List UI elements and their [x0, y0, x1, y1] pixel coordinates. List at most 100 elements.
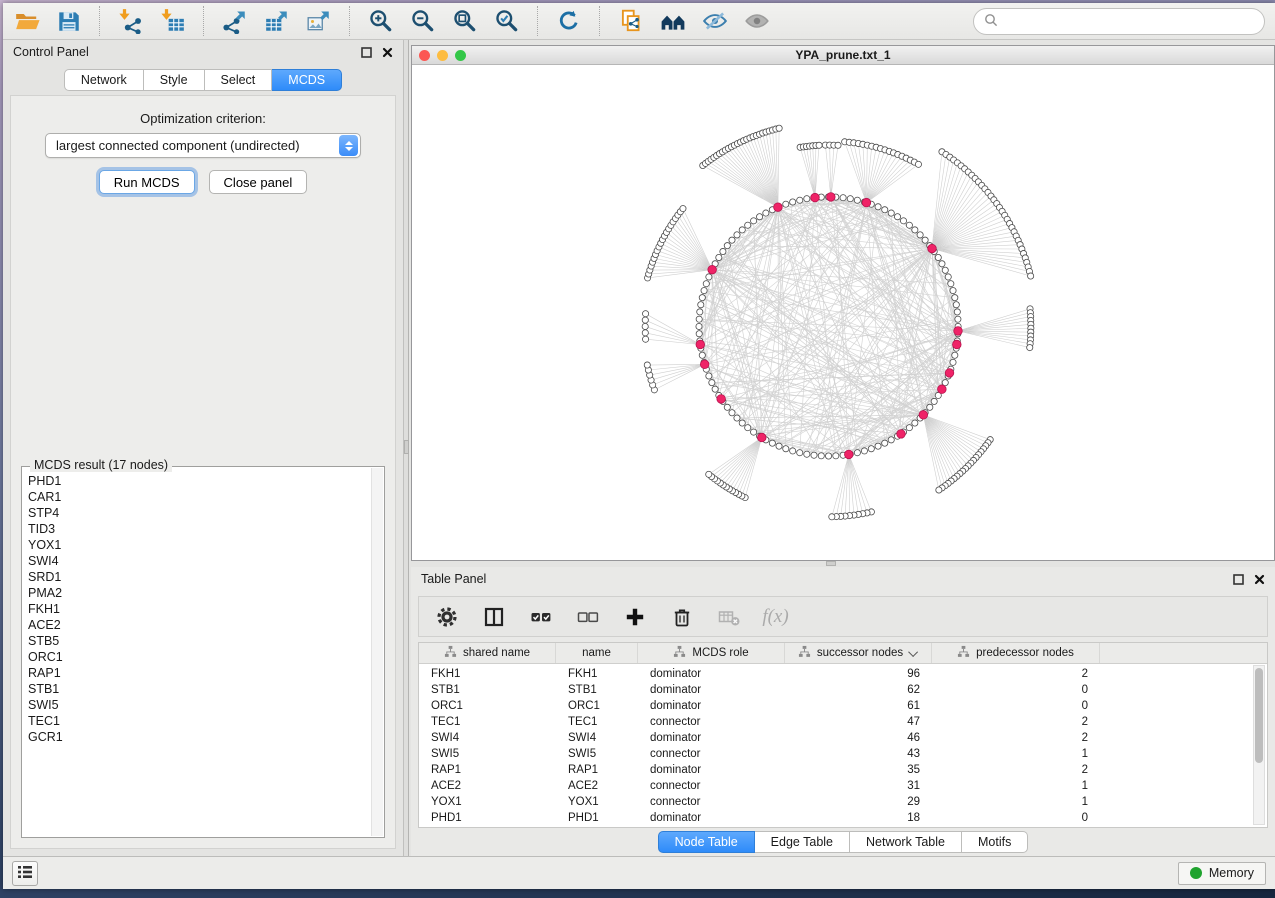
column-settings-button[interactable] [433, 603, 460, 630]
toggle-column-display-button[interactable] [480, 603, 507, 630]
tab-network[interactable]: Network [64, 69, 144, 91]
zoom-window-icon[interactable] [455, 50, 466, 61]
import-network-from-file-button[interactable] [117, 8, 144, 35]
open-file-button[interactable] [13, 8, 40, 35]
zoom-out-button[interactable] [409, 8, 436, 35]
column-header-name[interactable]: name [556, 643, 638, 663]
mcds-result-item[interactable]: PHD1 [28, 473, 369, 489]
mcds-result-item[interactable]: STB5 [28, 633, 369, 649]
zoom-in-button[interactable] [367, 8, 394, 35]
tab-mcds[interactable]: MCDS [272, 69, 342, 91]
mcds-result-item[interactable]: TID3 [28, 521, 369, 537]
hide-eye-icon [702, 8, 728, 34]
export-network-button[interactable] [221, 8, 248, 35]
delete-columns-button[interactable] [668, 603, 695, 630]
table-tab-network-table[interactable]: Network Table [850, 831, 962, 853]
table-tab-node-table[interactable]: Node Table [658, 831, 755, 853]
tab-select[interactable]: Select [205, 69, 273, 91]
mcds-result-item[interactable]: GCR1 [28, 729, 369, 745]
run-mcds-button[interactable]: Run MCDS [99, 170, 195, 194]
table-row[interactable]: RAP1RAP1dominator352 [419, 762, 1267, 778]
mcds-result-item[interactable]: YOX1 [28, 537, 369, 553]
mcds-result-item[interactable]: STB1 [28, 681, 369, 697]
task-history-button[interactable] [12, 861, 38, 886]
table-row[interactable]: TEC1TEC1connector472 [419, 714, 1267, 730]
table-row[interactable]: ORC1ORC1dominator610 [419, 698, 1267, 714]
column-header-shared-name[interactable]: shared name [419, 643, 556, 663]
column-header-predecessor-nodes[interactable]: predecessor nodes [932, 643, 1100, 663]
create-column-button[interactable] [621, 603, 648, 630]
zoom-fit-content-button[interactable] [451, 8, 478, 35]
memory-button[interactable]: Memory [1178, 862, 1266, 885]
table-row[interactable]: SWI4SWI4dominator462 [419, 730, 1267, 746]
network-workspace: YPA_prune.txt_1 Table Panel f(x) shared [409, 40, 1275, 856]
splitter-handle[interactable] [826, 561, 836, 566]
table-row[interactable]: ACE2ACE2connector311 [419, 778, 1267, 794]
table-cell: dominator [638, 684, 785, 696]
table-row[interactable]: PHD1PHD1dominator180 [419, 810, 1267, 826]
close-panel-button[interactable]: Close panel [209, 170, 308, 194]
zoom-selected-button[interactable] [493, 8, 520, 35]
close-panel-icon[interactable] [382, 47, 393, 58]
export-table-button[interactable] [263, 8, 290, 35]
float-panel-icon[interactable] [1233, 574, 1244, 585]
table-row[interactable]: YOX1YOX1connector291 [419, 794, 1267, 810]
mcds-result-item[interactable]: PMA2 [28, 585, 369, 601]
table-tabs-bar: Node TableEdge TableNetwork TableMotifs [411, 828, 1275, 856]
mcds-result-item[interactable]: STP4 [28, 505, 369, 521]
table-cell: connector [638, 716, 785, 728]
node-column-icon [673, 645, 686, 661]
mcds-result-list[interactable]: PHD1CAR1STP4TID3YOX1SWI4SRD1PMA2FKH1ACE2… [28, 473, 369, 835]
list-icon [17, 865, 33, 882]
column-header-mcds-role[interactable]: MCDS role [638, 643, 785, 663]
table-tab-motifs[interactable]: Motifs [962, 831, 1028, 853]
column-header-successor-nodes[interactable]: successor nodes [785, 643, 932, 663]
mcds-result-item[interactable]: ORC1 [28, 649, 369, 665]
close-panel-icon[interactable] [1254, 574, 1265, 585]
network-window-titlebar: YPA_prune.txt_1 [412, 46, 1274, 65]
table-row[interactable]: FKH1FKH1dominator962 [419, 666, 1267, 682]
search-input[interactable] [1004, 14, 1254, 28]
network-canvas[interactable] [412, 65, 1274, 560]
network-view-window: YPA_prune.txt_1 [411, 45, 1275, 561]
table-scrollbar[interactable] [1253, 665, 1265, 825]
scrollbar-thumb[interactable] [1255, 668, 1263, 763]
tab-style[interactable]: Style [144, 69, 205, 91]
horizontal-splitter[interactable] [411, 561, 1275, 567]
table-row[interactable]: STB1STB1dominator620 [419, 682, 1267, 698]
optimization-criterion-label: Optimization criterion: [140, 111, 266, 126]
mcds-result-item[interactable]: TEC1 [28, 713, 369, 729]
first-neighbors-button[interactable] [659, 8, 686, 35]
table-row[interactable]: SWI5SWI5connector431 [419, 746, 1267, 762]
mcds-result-scrollbar[interactable] [371, 468, 383, 836]
mcds-result-item[interactable]: RAP1 [28, 665, 369, 681]
mcds-result-item[interactable]: CAR1 [28, 489, 369, 505]
toolbar-separator [537, 6, 538, 36]
duplicate-network-icon [618, 8, 644, 34]
apply-layout-button[interactable] [555, 8, 582, 35]
criterion-select[interactable]: largest connected component (undirected) [45, 133, 361, 158]
hide-selected-button[interactable] [701, 8, 728, 35]
import-table-from-file-button[interactable] [159, 8, 186, 35]
table-delete-icon [717, 605, 741, 629]
unselect-all-columns-button[interactable] [574, 603, 601, 630]
table-cell: dominator [638, 764, 785, 776]
save-session-button[interactable] [55, 8, 82, 35]
close-window-icon[interactable] [419, 50, 430, 61]
vertical-splitter[interactable] [403, 40, 409, 856]
new-network-from-selection-button[interactable] [617, 8, 644, 35]
mcds-result-item[interactable]: SWI4 [28, 553, 369, 569]
minimize-window-icon[interactable] [437, 50, 448, 61]
mcds-result-item[interactable]: SWI5 [28, 697, 369, 713]
mcds-result-item[interactable]: FKH1 [28, 601, 369, 617]
table-tab-edge-table[interactable]: Edge Table [755, 831, 850, 853]
table-cell: YOX1 [556, 796, 638, 808]
float-panel-icon[interactable] [361, 47, 372, 58]
mcds-result-item[interactable]: ACE2 [28, 617, 369, 633]
select-all-columns-button[interactable] [527, 603, 554, 630]
search-box[interactable] [973, 8, 1265, 35]
splitter-handle[interactable] [404, 440, 409, 454]
mcds-result-item[interactable]: SRD1 [28, 569, 369, 585]
export-image-button[interactable] [305, 8, 332, 35]
main-area: Control Panel NetworkStyleSelectMCDS Opt… [3, 40, 1275, 856]
